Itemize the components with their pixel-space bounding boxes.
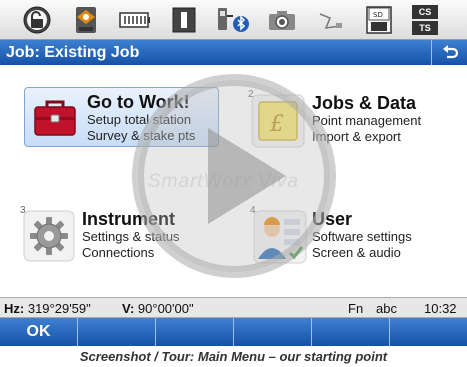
- cs-label: CS: [412, 4, 438, 19]
- cs-ts-toggle[interactable]: CS TS: [410, 3, 440, 37]
- gear-icon: 3: [20, 205, 76, 263]
- back-arrow-icon: [442, 44, 458, 58]
- softkey-5[interactable]: [312, 318, 390, 346]
- status-line: Hz: 319°29'59" V: 90°00'00" Fn abc 10:32: [0, 297, 467, 318]
- fn-indicator: Fn: [348, 301, 364, 316]
- v-value: 90°00'00": [137, 301, 194, 316]
- info-icon[interactable]: [165, 3, 203, 37]
- v-readout: V: 90°00'00": [122, 301, 194, 316]
- menu-tile-number: 3: [20, 205, 26, 216]
- main-menu: Go to Work! Setup total station Survey &…: [0, 65, 467, 297]
- ok-button[interactable]: OK: [0, 318, 78, 346]
- svg-text:SD: SD: [373, 11, 383, 19]
- hz-label: Hz:: [4, 301, 25, 316]
- robot-icon[interactable]: [67, 3, 105, 37]
- clock: 10:32: [424, 301, 457, 316]
- measure-bluetooth-icon[interactable]: [214, 3, 252, 37]
- screenshot-caption: Screenshot / Tour: Main Menu – our start…: [79, 349, 388, 364]
- v-label: V:: [122, 301, 135, 316]
- hz-value: 319°29'59": [27, 301, 91, 316]
- softkey-3[interactable]: [156, 318, 234, 346]
- status-toolbar: SD CS TS: [0, 0, 467, 40]
- ts-label: TS: [412, 20, 438, 35]
- toolbox-icon: [31, 93, 79, 141]
- page-title: Job: Existing Job: [6, 43, 140, 61]
- unlock-icon[interactable]: [18, 3, 56, 37]
- softkey-2[interactable]: [78, 318, 156, 346]
- title-bar: Job: Existing Job: [0, 40, 467, 65]
- input-mode-indicator: abc: [376, 301, 397, 316]
- sd-card-icon[interactable]: SD: [361, 3, 399, 37]
- camera-icon[interactable]: [263, 3, 301, 37]
- back-button[interactable]: [431, 40, 467, 65]
- survey-mode-icon[interactable]: [312, 3, 350, 37]
- softkey-4[interactable]: [234, 318, 312, 346]
- softkey-6[interactable]: [390, 318, 467, 346]
- play-video-icon[interactable]: [128, 70, 340, 282]
- softkey-bar: OK: [0, 318, 467, 346]
- hz-readout: Hz: 319°29'59": [4, 301, 91, 316]
- battery-icon[interactable]: [116, 3, 154, 37]
